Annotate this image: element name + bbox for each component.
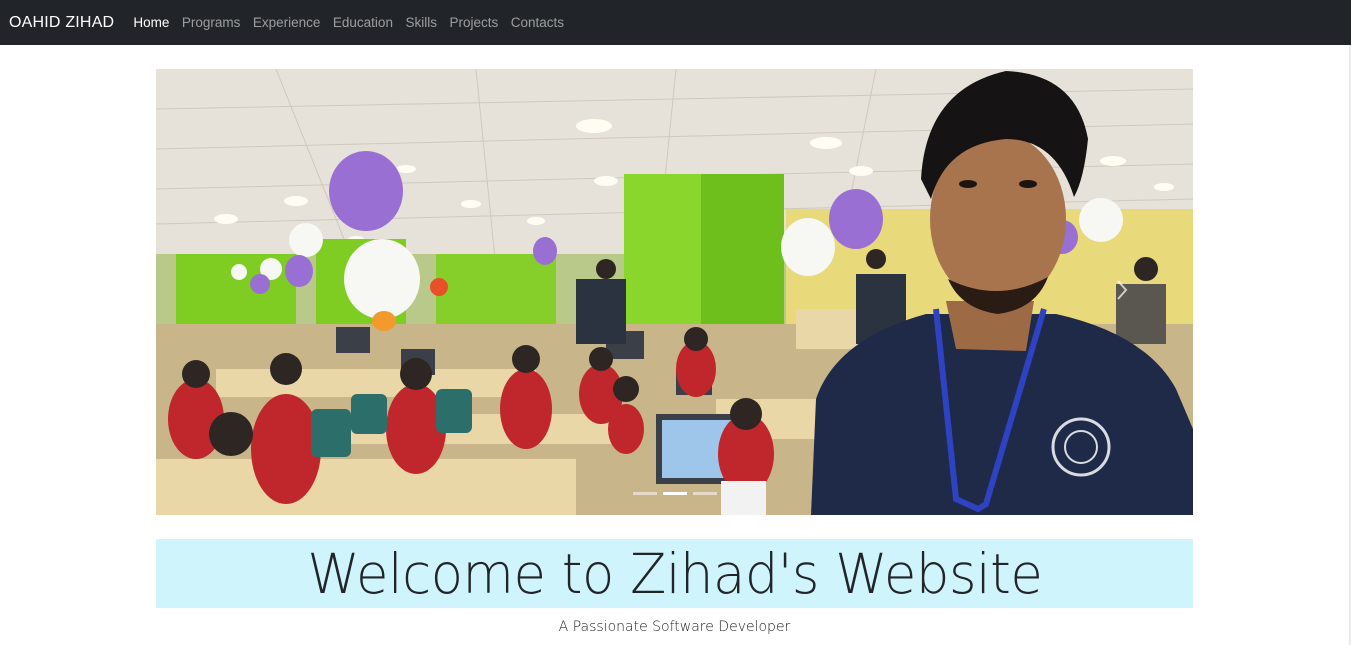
nav-link-contacts[interactable]: Contacts — [511, 15, 564, 30]
carousel-indicator-3[interactable] — [692, 492, 717, 495]
brand-link[interactable]: OAHID ZIHAD — [9, 14, 114, 32]
nav-link-education[interactable]: Education — [333, 15, 393, 30]
chevron-right-icon[interactable] — [1115, 279, 1129, 301]
nav-link-projects[interactable]: Projects — [449, 15, 498, 30]
carousel-indicator-2[interactable] — [662, 492, 687, 495]
carousel-indicators — [156, 492, 1193, 495]
welcome-banner: Welcome to Zihad's Website — [156, 539, 1193, 608]
nav-link-skills[interactable]: Skills — [405, 15, 437, 30]
nav-link-experience[interactable]: Experience — [253, 15, 321, 30]
nav-links: Home Programs Experience Education Skill… — [133, 15, 576, 30]
nav-link-home[interactable]: Home — [133, 15, 169, 30]
hero-carousel[interactable] — [156, 69, 1193, 515]
tagline: A Passionate Software Developer — [558, 619, 791, 635]
carousel-slide-photo — [156, 69, 1193, 515]
nav-link-programs[interactable]: Programs — [182, 15, 241, 30]
navbar: OAHID ZIHAD Home Programs Experience Edu… — [0, 0, 1351, 45]
page-title: Welcome to Zihad's Website — [306, 541, 1043, 606]
carousel-indicator-1[interactable] — [632, 492, 657, 495]
